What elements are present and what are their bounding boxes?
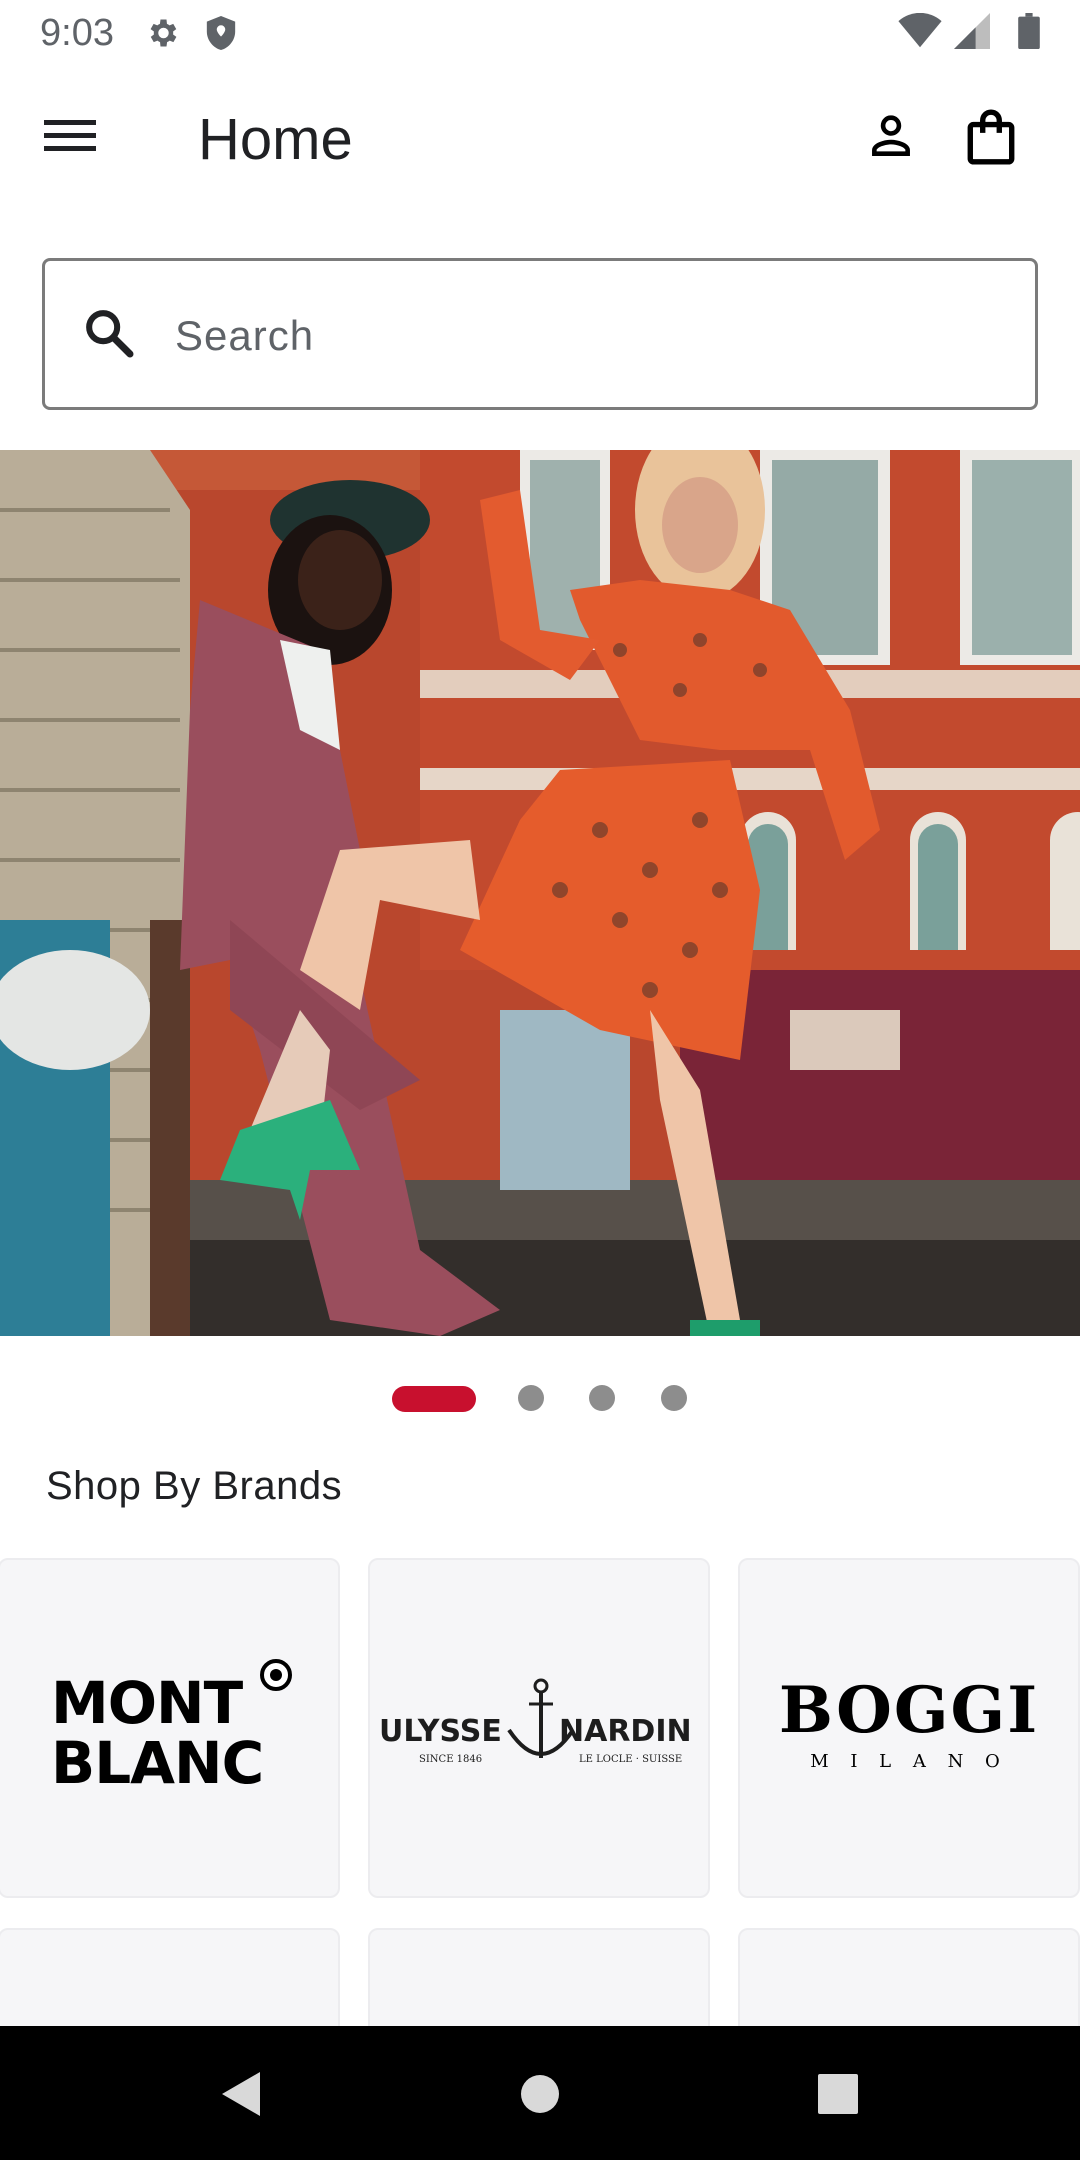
status-bar: 9:03 [0,0,1080,66]
system-nav-bar [0,2026,1080,2160]
carousel-indicator [0,1382,1080,1412]
star-icon [259,1658,293,1697]
brand-card-montblanc[interactable]: MONT BLANC [0,1558,340,1898]
brand-logo-subtitle: M I L A N O [810,1751,1008,1772]
brand-logo-text: NARDIN [559,1714,692,1749]
wifi-icon [898,12,942,54]
battery-icon [1018,12,1040,54]
page-title: Home [198,107,353,172]
hero-banner-image[interactable] [0,450,1080,1336]
ulysse-nardin-logo: ULYSSE NARDIN SINCE 1846 LE LOCLE · SUIS… [379,1678,699,1778]
section-title: Shop By Brands [46,1464,343,1508]
carousel-dot-active[interactable] [392,1386,476,1412]
home-icon[interactable] [520,2074,560,2119]
app-bar: Home [0,66,1080,216]
shield-icon [204,14,238,52]
search-icon [81,305,141,365]
brand-logo-text: BOGGI [778,1673,1040,1748]
gear-icon [144,15,180,51]
brand-card-ulysse-nardin[interactable]: ULYSSE NARDIN SINCE 1846 LE LOCLE · SUIS… [368,1558,710,1898]
brand-card[interactable] [0,1928,340,2038]
brand-tagline: LE LOCLE · SUISSE [579,1754,683,1765]
brand-card[interactable] [368,1928,710,2038]
shopping-bag-icon[interactable] [966,108,1038,180]
person-icon[interactable] [866,110,932,176]
carousel-dot[interactable] [518,1385,544,1411]
brand-card[interactable] [738,1928,1080,2038]
search-input[interactable] [175,301,975,371]
carousel-dot[interactable] [589,1385,615,1411]
brand-logo-text: ULYSSE [379,1714,502,1749]
brand-tagline: SINCE 1846 [419,1754,483,1765]
recents-icon[interactable] [818,2074,858,2119]
back-icon[interactable] [218,2070,262,2123]
brand-card-boggi[interactable]: BOGGI M I L A N O [738,1558,1080,1898]
boggi-logo: BOGGI M I L A N O [764,1673,1054,1783]
carousel-dot[interactable] [661,1385,687,1411]
montblanc-logo: MONT BLANC [49,1658,292,1798]
status-time: 9:03 [40,11,114,54]
brand-logo-line: MONT [51,1669,243,1737]
menu-icon[interactable] [44,116,108,164]
signal-icon [954,12,990,54]
search-box[interactable] [42,258,1038,410]
brand-logo-line: BLANC [51,1729,264,1797]
